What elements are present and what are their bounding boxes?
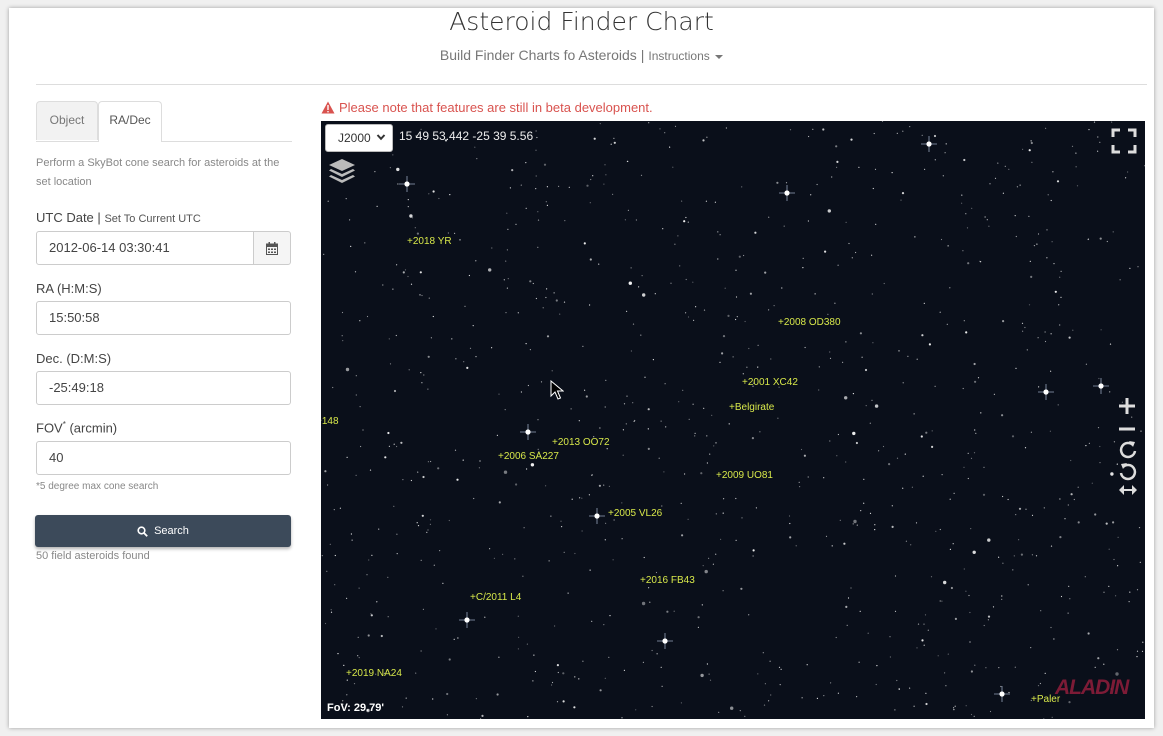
zoom-out-icon[interactable] (1118, 426, 1136, 432)
rotate-counterclockwise-icon[interactable] (1118, 461, 1138, 481)
fov-unit: (arcmin) (65, 420, 118, 436)
tab-ra-dec[interactable]: RA/Dec (98, 101, 162, 142)
asteroid-marker[interactable]: 2009 UO81 (716, 470, 773, 481)
page-title: Asteroid Finder Chart (449, 7, 714, 36)
dec-label: Dec. (D:M:S) (36, 351, 112, 366)
fov-label-text: FOV (36, 420, 63, 436)
instructions-dropdown[interactable]: Instructions (648, 49, 724, 63)
fov-label: FOV* (arcmin) (36, 420, 117, 435)
beta-warning: Please note that features are still in b… (321, 100, 653, 115)
calendar-button[interactable] (253, 231, 291, 265)
tab-object[interactable]: Object (36, 101, 98, 140)
asteroid-marker[interactable]: 148 (321, 416, 339, 427)
result-count: 50 field asteroids found (36, 550, 150, 562)
coordinate-frame-select[interactable]: J2000 (325, 124, 393, 152)
caret-down-icon (715, 54, 724, 59)
frame-value: J2000 (338, 131, 371, 145)
cursor-coordinates: 15 49 53.442 -25 39 5.56 (399, 129, 534, 143)
flip-horizontal-icon[interactable] (1118, 483, 1138, 497)
aladin-sky-viewer[interactable]: J2000 15 49 53.442 -25 39 5.56 + 2018 YR… (321, 121, 1145, 719)
page-frame: Asteroid Finder Chart Build Finder Chart… (9, 7, 1154, 728)
asteroid-marker[interactable]: C/2011 L4 (470, 592, 521, 603)
subtitle-text: Build Finder Charts fo Asteroids (439, 47, 637, 63)
mouse-cursor-icon (550, 380, 564, 400)
asteroid-marker[interactable]: 2019 NA24 (346, 668, 402, 679)
asteroid-marker[interactable]: 2018 YR (407, 236, 452, 247)
warning-text: Please note that features are still in b… (339, 100, 653, 115)
chevron-down-icon (376, 134, 386, 141)
asteroid-marker[interactable]: 2008 OD380 (778, 317, 841, 328)
asteroid-marker[interactable]: 2001 XC42 (742, 377, 798, 388)
header-divider (36, 84, 1147, 85)
fov-readout: FoV: 29.79' (327, 702, 385, 714)
set-current-utc-link[interactable]: Set To Current UTC (104, 213, 200, 225)
fov-help-text: *5 degree max cone search (36, 481, 159, 492)
page-subtitle: Build Finder Charts fo Asteroids | Instruc… (9, 47, 1154, 63)
utc-date-label: UTC Date | Set To Current UTC (36, 210, 201, 225)
calendar-icon (266, 242, 278, 255)
asteroid-marker[interactable]: 2016 FB43 (640, 575, 695, 586)
ra-label: RA (H:M:S) (36, 281, 102, 296)
layers-icon[interactable] (327, 157, 357, 187)
search-description: Perform a SkyBot cone search for asteroi… (36, 157, 280, 188)
warning-icon (321, 101, 335, 114)
fullscreen-icon[interactable] (1111, 128, 1137, 154)
rotate-clockwise-icon[interactable] (1118, 439, 1138, 459)
instructions-label: Instructions (648, 49, 710, 63)
ra-input[interactable]: 15:50:58 (36, 301, 291, 335)
subtitle-separator: | (640, 47, 645, 63)
starfield (321, 121, 1145, 719)
asteroid-marker[interactable]: 2006 SA227 (498, 451, 559, 462)
utc-date-input[interactable]: 2012-06-14 03:30:41 (36, 231, 254, 265)
utc-separator: | (97, 210, 101, 225)
utc-date-label-text: UTC Date (36, 210, 94, 225)
aladin-logo: ALADIN (1055, 676, 1129, 699)
asteroid-marker[interactable]: Belgirate (729, 402, 774, 413)
dec-input[interactable]: -25:49:18 (36, 371, 291, 405)
fov-input[interactable]: 40 (36, 441, 291, 475)
search-button[interactable]: Search (35, 515, 291, 547)
asteroid-marker[interactable]: 2013 OO72 (552, 437, 610, 448)
search-icon (137, 525, 148, 537)
search-button-label: Search (154, 525, 189, 537)
zoom-in-icon[interactable] (1118, 397, 1136, 415)
search-mode-tabs: Object RA/Dec (36, 101, 292, 142)
asteroid-marker[interactable]: 2005 VL26 (608, 508, 662, 519)
